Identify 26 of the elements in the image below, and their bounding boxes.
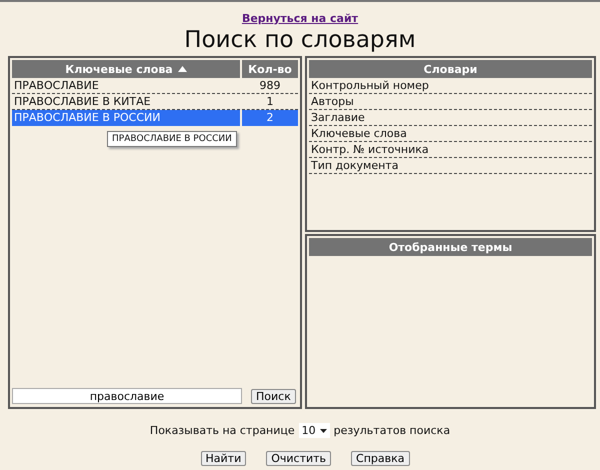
action-button[interactable]: Справка: [351, 451, 410, 466]
dictionary-item[interactable]: Заглавие: [309, 110, 592, 126]
count-cell: 2: [242, 110, 298, 126]
keyword-cell[interactable]: ПРАВОСЛАВИЕ В РОССИИ: [12, 110, 240, 126]
dictionary-item[interactable]: Контр. № источника: [309, 142, 592, 158]
results-label: результатов поиска: [334, 424, 450, 437]
action-button[interactable]: Найти: [200, 451, 246, 466]
per-page-select[interactable]: 10: [298, 423, 330, 438]
back-link[interactable]: Вернуться на сайт: [242, 12, 358, 25]
dictionary-item[interactable]: Тип документа: [309, 158, 592, 174]
panel-header: Отобранные термы: [309, 238, 592, 256]
per-page-label: Показывать на странице: [150, 424, 295, 437]
panel-header: Словари: [309, 60, 592, 78]
tooltip: ПРАВОСЛАВИЕ В РОССИИ: [107, 131, 237, 147]
search-button[interactable]: Поиск: [251, 388, 296, 404]
dictionary-item[interactable]: Ключевые слова: [309, 126, 592, 142]
keyword-cell[interactable]: ПРАВОСЛАВИЕ: [12, 78, 240, 94]
page-title: Поиск по словарям: [184, 27, 416, 53]
dictionary-item[interactable]: Авторы: [309, 94, 592, 110]
action-button[interactable]: Очистить: [266, 451, 332, 466]
column-header[interactable]: Ключевые слова: [12, 60, 240, 78]
column-header[interactable]: Кол-во: [242, 60, 298, 78]
count-cell: 989: [242, 78, 298, 94]
dictionary-item[interactable]: Контрольный номер: [309, 78, 592, 94]
caret-icon: [320, 428, 327, 432]
search-field[interactable]: православие: [12, 388, 242, 404]
